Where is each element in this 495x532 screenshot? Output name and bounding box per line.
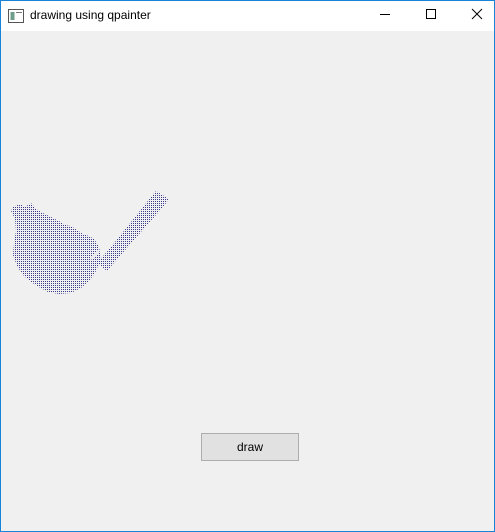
minimize-button[interactable] <box>362 1 408 31</box>
drawing-area[interactable]: draw <box>1 31 494 531</box>
app-icon <box>8 9 24 23</box>
drawn-blob <box>11 203 101 294</box>
app-window: drawing using qpainter draw <box>0 0 495 532</box>
window-title: drawing using qpainter <box>30 8 151 22</box>
close-button[interactable] <box>454 1 494 31</box>
close-icon <box>471 7 483 25</box>
title-bar[interactable]: drawing using qpainter <box>1 1 494 31</box>
draw-button[interactable]: draw <box>201 433 299 461</box>
drawn-bar <box>97 191 169 271</box>
minimize-icon <box>379 7 391 25</box>
maximize-icon <box>425 7 437 25</box>
maximize-button[interactable] <box>408 1 454 31</box>
